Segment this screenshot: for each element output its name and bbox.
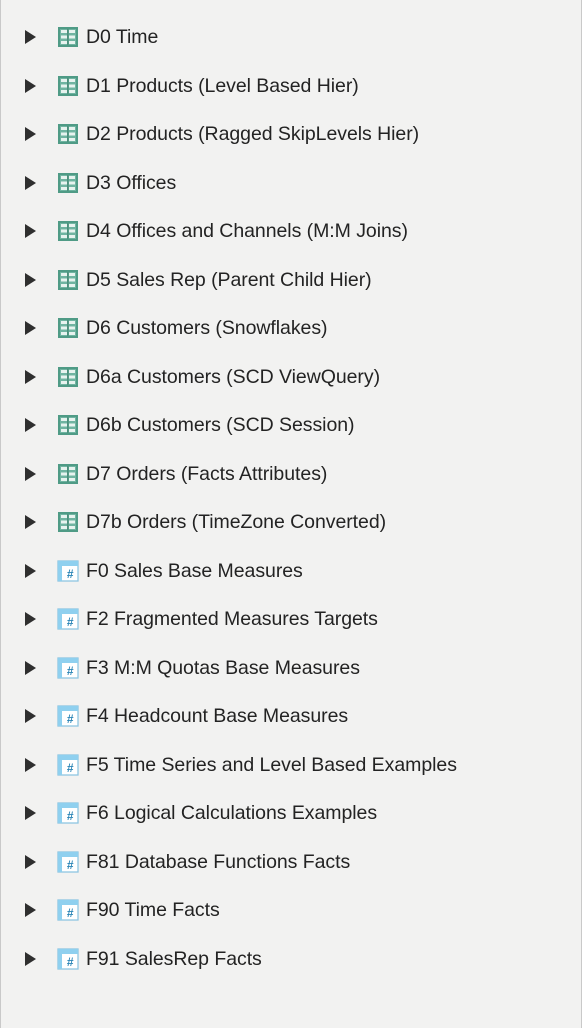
expand-arrow-icon[interactable] [25, 515, 36, 530]
fact-table-icon: # [57, 851, 79, 873]
svg-text:#: # [67, 955, 74, 969]
tree-item-label: D6 Customers (Snowflakes) [86, 317, 328, 340]
tree-item-label: D6b Customers (SCD Session) [86, 414, 355, 437]
dimension-table-icon [58, 27, 78, 48]
tree-item[interactable]: D6b Customers (SCD Session) [1, 401, 582, 450]
expand-arrow-icon[interactable] [25, 30, 36, 45]
tree-item-label: D0 Time [86, 26, 159, 49]
tree-item-label: D7 Orders (Facts Attributes) [86, 462, 328, 485]
svg-text:#: # [67, 761, 74, 775]
expand-arrow-icon[interactable] [25, 369, 36, 384]
dimension-table-icon [58, 221, 78, 242]
subject-area-tree: D0 Time D1 Products (Level Based Hier) D2 … [1, 13, 582, 983]
fact-table-icon: # [57, 608, 79, 630]
expand-arrow-icon[interactable] [25, 951, 36, 966]
dimension-table-icon [58, 172, 78, 193]
tree-item-label: F91 SalesRep Facts [86, 947, 262, 970]
tree-item[interactable]: D6a Customers (SCD ViewQuery) [1, 353, 582, 402]
tree-item[interactable]: D7 Orders (Facts Attributes) [1, 450, 582, 499]
expand-arrow-icon[interactable] [25, 854, 36, 869]
tree-item-label: D6a Customers (SCD ViewQuery) [86, 365, 381, 388]
dimension-table-icon [58, 463, 78, 484]
tree-item-label: F3 M:M Quotas Base Measures [86, 656, 360, 679]
fact-table-icon: # [57, 802, 79, 824]
tree-item[interactable]: # F91 SalesRep Facts [1, 935, 582, 984]
svg-text:#: # [67, 615, 74, 629]
fact-table-icon: # [57, 948, 79, 970]
tree-item[interactable]: # F90 Time Facts [1, 886, 582, 935]
svg-text:#: # [67, 712, 74, 726]
tree-item[interactable]: # F6 Logical Calculations Examples [1, 789, 582, 838]
tree-item[interactable]: D7b Orders (TimeZone Converted) [1, 498, 582, 547]
svg-text:#: # [67, 906, 74, 920]
expand-arrow-icon[interactable] [25, 127, 36, 142]
dimension-table-icon [58, 366, 78, 387]
svg-text:#: # [67, 664, 74, 678]
expand-arrow-icon[interactable] [25, 903, 36, 918]
tree-item[interactable]: D1 Products (Level Based Hier) [1, 62, 582, 111]
tree-item-label: F81 Database Functions Facts [86, 850, 351, 873]
fact-table-icon: # [57, 705, 79, 727]
dimension-table-icon [58, 415, 78, 436]
tree-item[interactable]: D4 Offices and Channels (M:M Joins) [1, 207, 582, 256]
tree-item[interactable]: D5 Sales Rep (Parent Child Hier) [1, 256, 582, 305]
tree-item[interactable]: D3 Offices [1, 159, 582, 208]
expand-arrow-icon[interactable] [25, 272, 36, 287]
dimension-table-icon [58, 269, 78, 290]
tree-item-label: F90 Time Facts [86, 899, 220, 922]
tree-item-label: F6 Logical Calculations Examples [86, 802, 378, 825]
expand-arrow-icon[interactable] [25, 321, 36, 336]
tree-item[interactable]: # F0 Sales Base Measures [1, 547, 582, 596]
tree-item-label: D7b Orders (TimeZone Converted) [86, 511, 387, 534]
tree-item[interactable]: # F4 Headcount Base Measures [1, 692, 582, 741]
tree-item-label: D3 Offices [86, 171, 177, 194]
expand-arrow-icon[interactable] [25, 78, 36, 93]
expand-arrow-icon[interactable] [25, 563, 36, 578]
tree-item[interactable]: D6 Customers (Snowflakes) [1, 304, 582, 353]
catalog-tree-panel: D0 Time D1 Products (Level Based Hier) D2 … [0, 0, 582, 1028]
expand-arrow-icon[interactable] [25, 612, 36, 627]
tree-item[interactable]: D0 Time [1, 13, 582, 62]
dimension-table-icon [58, 124, 78, 145]
tree-item[interactable]: # F5 Time Series and Level Based Examples [1, 741, 582, 790]
dimension-table-icon [58, 318, 78, 339]
expand-arrow-icon[interactable] [25, 660, 36, 675]
svg-text:#: # [67, 858, 74, 872]
expand-arrow-icon[interactable] [25, 757, 36, 772]
tree-item-label: F4 Headcount Base Measures [86, 705, 349, 728]
expand-arrow-icon[interactable] [25, 175, 36, 190]
tree-item[interactable]: D2 Products (Ragged SkipLevels Hier) [1, 110, 582, 159]
expand-arrow-icon[interactable] [25, 806, 36, 821]
tree-item-label: D2 Products (Ragged SkipLevels Hier) [86, 123, 420, 146]
expand-arrow-icon[interactable] [25, 224, 36, 239]
tree-item-label: D1 Products (Level Based Hier) [86, 74, 359, 97]
tree-item[interactable]: # F2 Fragmented Measures Targets [1, 595, 582, 644]
fact-table-icon: # [57, 754, 79, 776]
tree-item[interactable]: # F3 M:M Quotas Base Measures [1, 644, 582, 693]
svg-text:#: # [67, 567, 74, 581]
fact-table-icon: # [57, 657, 79, 679]
expand-arrow-icon[interactable] [25, 466, 36, 481]
dimension-table-icon [58, 75, 78, 96]
tree-item-label: F5 Time Series and Level Based Examples [86, 753, 457, 776]
tree-item-label: D5 Sales Rep (Parent Child Hier) [86, 268, 372, 291]
tree-item[interactable]: # F81 Database Functions Facts [1, 838, 582, 887]
fact-table-icon: # [57, 560, 79, 582]
expand-arrow-icon[interactable] [25, 418, 36, 433]
tree-item-label: F0 Sales Base Measures [86, 559, 303, 582]
expand-arrow-icon[interactable] [25, 709, 36, 724]
tree-item-label: D4 Offices and Channels (M:M Joins) [86, 220, 408, 243]
fact-table-icon: # [57, 899, 79, 921]
dimension-table-icon [58, 512, 78, 533]
svg-text:#: # [67, 809, 74, 823]
tree-item-label: F2 Fragmented Measures Targets [86, 608, 378, 631]
